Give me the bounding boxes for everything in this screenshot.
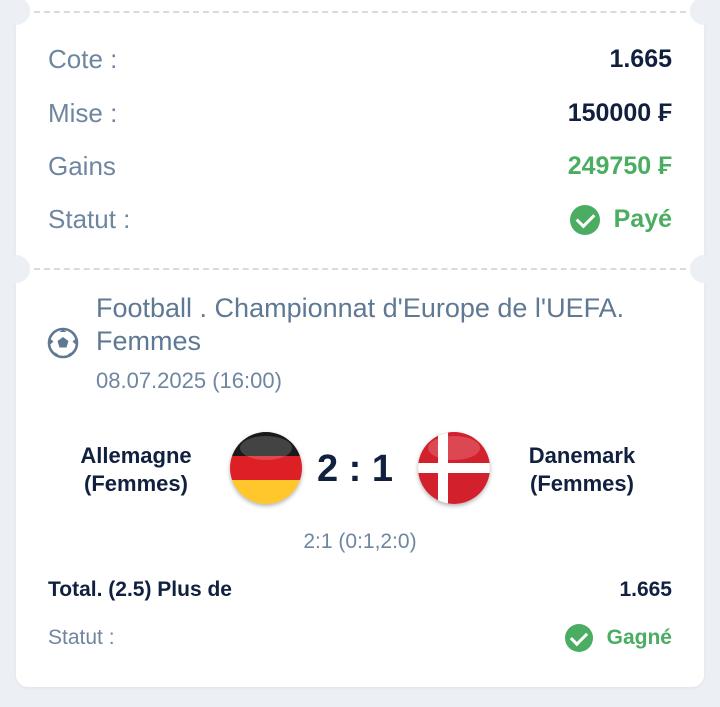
away-team-line1: Danemark [528,443,636,468]
odds-row: Cote : 1.665 [48,44,672,75]
bet-status-label: Statut : [48,626,115,649]
status-value: Payé [613,205,672,233]
odds-value: 1.665 [609,45,672,73]
middle-left-notch [2,255,30,283]
stake-label: Mise : [48,98,118,128]
football-icon [47,327,79,359]
score-detail: 2:1 (0:1,2:0) [303,530,417,553]
bet-odds: 1.665 [619,578,672,601]
bet-status-value: Gagné [606,626,672,649]
home-team-line1: Allemagne [80,443,192,468]
denmark-flag-icon [418,432,490,504]
middle-right-notch [690,255,718,283]
match-datetime: 08.07.2025 (16:00) [96,368,282,393]
top-tear-line [34,11,686,13]
winnings-label: Gains [48,151,116,181]
status-badge: Payé [569,204,672,235]
stake-row: Mise : 150000 ₣ [48,98,672,129]
bet-status-badge: Gagné [564,624,672,652]
top-left-notch [2,0,30,25]
away-team-line2: (Femmes) [530,471,634,496]
top-right-notch [690,0,718,25]
winnings-value: 249750 ₣ [567,152,672,180]
status-label: Statut : [48,204,131,234]
bet-market-row: Total. (2.5) Plus de 1.665 [48,578,672,602]
bet-market: Total. (2.5) Plus de [48,578,232,601]
bet-status-row: Statut : Gagné [48,624,672,652]
home-team-line2: (Femmes) [84,471,188,496]
away-team-name: Danemark (Femmes) [512,442,652,498]
germany-flag-icon [230,432,302,504]
check-circle-icon [564,624,593,652]
stake-value: 150000 ₣ [567,99,672,127]
league-title: Football . Championnat d'Europe de l'UEF… [96,293,625,356]
winnings-row: Gains 249750 ₣ [48,151,672,182]
odds-label: Cote : [48,44,118,74]
bet-ticket-card: Cote : 1.665 Mise : 150000 ₣ Gains 24975… [2,0,718,687]
middle-tear-line [34,268,686,270]
home-team-name: Allemagne (Femmes) [66,442,206,498]
check-circle-icon [569,204,600,235]
final-score: 2 : 1 [316,448,394,490]
status-row: Statut : Payé [48,204,672,235]
